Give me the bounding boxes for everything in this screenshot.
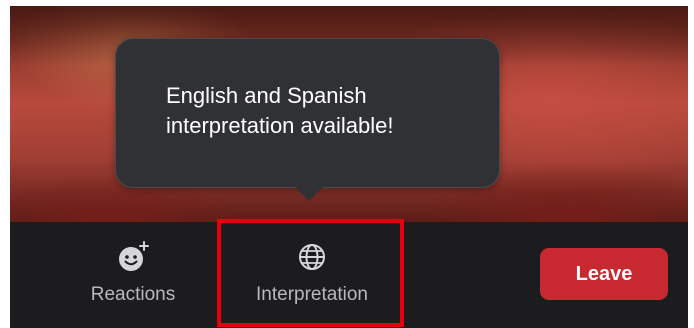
reactions-label: Reactions [90,284,176,305]
leave-button[interactable]: Leave [540,248,668,300]
interpretation-button[interactable]: Interpretation [220,222,404,322]
smiley-plus-icon [116,240,150,274]
tooltip-line-2: interpretation available! [166,113,394,138]
tooltip-message: English and Spanish interpretation avail… [166,81,486,141]
reactions-button[interactable]: Reactions [70,222,196,322]
interpretation-tooltip: English and Spanish interpretation avail… [115,38,500,188]
interpretation-label: Interpretation [256,284,368,305]
tooltip-arrow [291,183,327,201]
globe-icon [295,240,329,274]
meeting-window: English and Spanish interpretation avail… [0,0,694,328]
tooltip-line-1: English and Spanish [166,83,367,108]
